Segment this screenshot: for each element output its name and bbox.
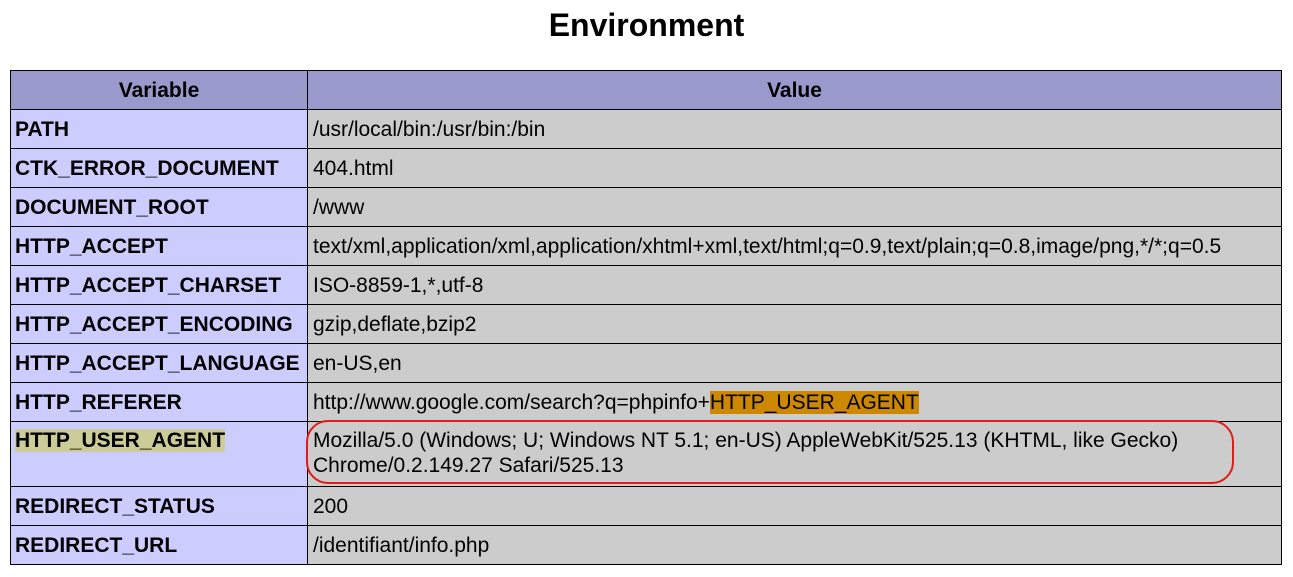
variable-name: REDIRECT_URL [10,525,308,565]
search-term-highlight: HTTP_USER_AGENT [709,390,919,414]
variable-value: 200 [307,486,1282,526]
user-agent-line-2: Chrome/0.2.149.27 Safari/525.13 [313,454,624,477]
variable-name: HTTP_REFERER [10,382,308,422]
variable-value: ISO-8859-1,*,utf-8 [307,265,1282,305]
table-row: HTTP_ACCEPT_LANGUAGE en-US,en [10,343,1282,383]
variable-name: DOCUMENT_ROOT [10,187,308,227]
environment-table: Variable Value PATH /usr/local/bin:/usr/… [10,70,1282,565]
table-row: HTTP_REFERER http://www.google.com/searc… [10,382,1282,422]
variable-value: 404.html [307,148,1282,188]
table-row: REDIRECT_URL /identifiant/info.php [10,525,1282,565]
user-agent-line-1: Mozilla/5.0 (Windows; U; Windows NT 5.1;… [313,429,1179,452]
table-row: HTTP_ACCEPT text/xml,application/xml,app… [10,226,1282,266]
variable-name-highlight: HTTP_USER_AGENT [15,429,226,452]
variable-value: /identifiant/info.php [307,525,1282,565]
variable-name: HTTP_ACCEPT_CHARSET [10,265,308,305]
variable-name: CTK_ERROR_DOCUMENT [10,148,308,188]
variable-name: REDIRECT_STATUS [10,486,308,526]
table-row: REDIRECT_STATUS 200 [10,486,1282,526]
variable-value: text/xml,application/xml,application/xht… [307,226,1282,266]
page-title: Environment [548,7,745,43]
variable-value: gzip,deflate,bzip2 [307,304,1282,344]
column-header-variable: Variable [10,70,308,110]
table-row: CTK_ERROR_DOCUMENT 404.html [10,148,1282,188]
table-row: DOCUMENT_ROOT /www [10,187,1282,227]
column-header-value: Value [307,70,1282,110]
variable-name: HTTP_ACCEPT_ENCODING [10,304,308,344]
variable-value: /www [307,187,1282,227]
variable-name: HTTP_ACCEPT [10,226,308,266]
table-row: HTTP_USER_AGENT Mozilla/5.0 (Windows; U;… [10,421,1282,487]
table-row: HTTP_ACCEPT_ENCODING gzip,deflate,bzip2 [10,304,1282,344]
referer-url-text: http://www.google.com/search?q=phpinfo+ [313,390,710,414]
variable-name: HTTP_ACCEPT_LANGUAGE [10,343,308,383]
variable-value: en-US,en [307,343,1282,383]
variable-name-cell: HTTP_USER_AGENT [10,421,308,487]
table-row: HTTP_ACCEPT_CHARSET ISO-8859-1,*,utf-8 [10,265,1282,305]
variable-value: http://www.google.com/search?q=phpinfo+H… [307,382,1282,422]
variable-name: PATH [10,109,308,149]
table-row: PATH /usr/local/bin:/usr/bin:/bin [10,109,1282,149]
variable-value: /usr/local/bin:/usr/bin:/bin [307,109,1282,149]
table-header-row: Variable Value [10,70,1282,110]
variable-value: Mozilla/5.0 (Windows; U; Windows NT 5.1;… [307,421,1282,487]
